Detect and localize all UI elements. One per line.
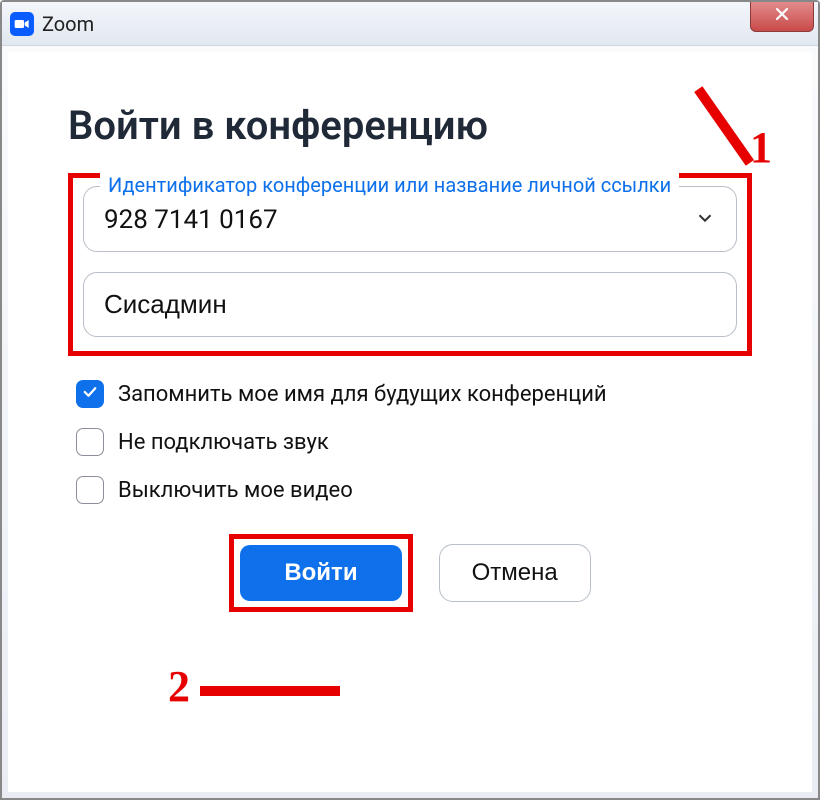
checkbox-no-video[interactable] [76,476,104,504]
annotation-2: 2 [168,661,190,712]
chevron-down-icon[interactable] [694,207,716,233]
app-window: Zoom 1 Войти в конференцию Идентификатор… [0,0,820,800]
checkbox-no-audio[interactable] [76,428,104,456]
dialog-content: 1 Войти в конференцию Идентификатор конф… [8,52,812,792]
close-icon [774,6,790,26]
meeting-id-label: Идентификатор конференции или название л… [100,173,679,197]
annotation-1: 1 [750,122,772,173]
cancel-button[interactable]: Отмена [439,544,591,602]
button-row: Войти Отмена [68,534,752,612]
check-icon [81,383,99,405]
checkbox-no-audio-label: Не подключать звук [118,430,329,455]
checkbox-remember-name-row: Запомнить мое имя для будущих конференци… [68,380,752,408]
annotation-highlight-1: Идентификатор конференции или название л… [68,173,752,356]
close-button[interactable] [750,2,814,32]
dialog-heading: Войти в конференцию [68,102,752,149]
annotation-2-line [200,686,340,696]
annotation-highlight-2: Войти [229,534,412,612]
name-input[interactable] [104,289,716,320]
checkbox-remember-name-label: Запомнить мое имя для будущих конференци… [118,382,607,407]
meeting-id-field[interactable]: Идентификатор конференции или название л… [83,186,737,252]
name-field-wrap [83,272,737,337]
zoom-app-icon [10,12,34,36]
window-title: Zoom [42,12,94,36]
checkbox-no-video-row: Выключить мое видео [68,476,752,504]
join-button[interactable]: Войти [240,545,401,601]
titlebar-left: Zoom [10,12,94,36]
titlebar: Zoom [2,2,818,46]
meeting-id-value: 928 7141 0167 [104,205,278,235]
checkbox-no-audio-row: Не подключать звук [68,428,752,456]
checkbox-remember-name[interactable] [76,380,104,408]
checkbox-no-video-label: Выключить мое видео [118,478,353,503]
